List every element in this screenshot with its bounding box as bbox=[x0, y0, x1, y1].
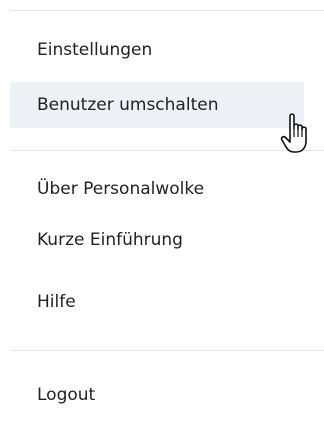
menu-item-hilfe[interactable]: Hilfe bbox=[10, 279, 304, 325]
menu-item-label: Kurze Einführung bbox=[37, 230, 183, 250]
menu-divider-top bbox=[10, 10, 324, 11]
menu-item-einstellungen[interactable]: Einstellungen bbox=[10, 27, 304, 73]
menu-item-label: Einstellungen bbox=[37, 40, 153, 60]
menu-item-benutzer-umschalten[interactable]: Benutzer umschalten bbox=[10, 82, 304, 128]
menu-item-label: Hilfe bbox=[37, 292, 76, 312]
menu-item-label: Über Personalwolke bbox=[37, 179, 205, 199]
menu-divider bbox=[10, 350, 324, 351]
menu-item-label: Logout bbox=[37, 385, 96, 405]
user-menu: Einstellungen Benutzer umschalten Über P… bbox=[0, 0, 324, 425]
menu-item-ueber-personalwolke[interactable]: Über Personalwolke bbox=[10, 166, 304, 212]
menu-divider bbox=[10, 150, 324, 151]
menu-item-kurze-einfuehrung[interactable]: Kurze Einführung bbox=[10, 217, 304, 263]
menu-item-label: Benutzer umschalten bbox=[37, 95, 219, 115]
menu-item-logout[interactable]: Logout bbox=[10, 372, 304, 418]
